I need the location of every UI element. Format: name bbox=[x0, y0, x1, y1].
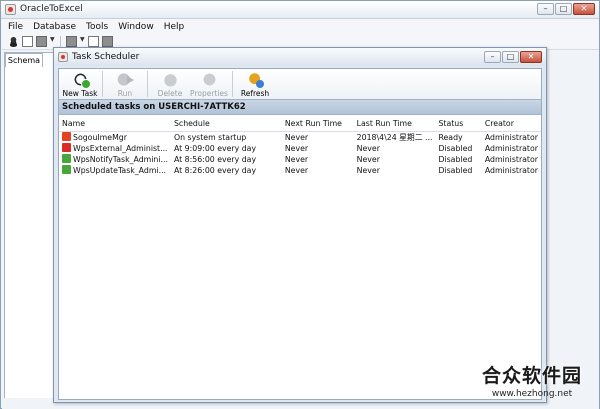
run-label: Run bbox=[117, 89, 133, 98]
column-header-status[interactable]: Status bbox=[435, 117, 482, 132]
column-header-schedule[interactable]: Schedule bbox=[170, 117, 282, 132]
app-icon bbox=[5, 4, 16, 15]
task-next-run: Never bbox=[284, 143, 309, 153]
wps-green-icon bbox=[62, 165, 71, 174]
watermark-title: 合众软件园 bbox=[481, 365, 582, 387]
task-schedule: At 8:56:00 every day bbox=[173, 154, 257, 164]
properties-icon bbox=[200, 71, 218, 88]
dialog-maximize-button[interactable]: □ bbox=[502, 51, 519, 63]
refresh-label: Refresh bbox=[240, 89, 270, 98]
task-next-run: Never bbox=[284, 132, 309, 142]
task-creator: Administrator bbox=[484, 154, 538, 164]
menu-database[interactable]: Database bbox=[33, 22, 76, 32]
user-icon[interactable] bbox=[8, 36, 19, 47]
task-name: WpsUpdateTask_Admi... bbox=[73, 166, 167, 175]
stop-icon[interactable] bbox=[66, 36, 77, 47]
grid-icon[interactable] bbox=[102, 36, 113, 47]
wps-icon bbox=[62, 143, 71, 152]
close-button[interactable]: ✕ bbox=[573, 3, 595, 15]
column-header-name[interactable]: Name bbox=[59, 117, 171, 132]
task-schedule: On system startup bbox=[173, 132, 247, 142]
menu-file[interactable]: File bbox=[8, 22, 23, 32]
task-name: WpsNotifyTask_Admini... bbox=[73, 155, 168, 164]
properties-button[interactable]: Properties bbox=[189, 69, 229, 99]
task-last-run: Never bbox=[356, 143, 380, 153]
task-schedule: At 9:09:00 every day bbox=[173, 143, 257, 153]
delete-label: Delete bbox=[157, 89, 183, 98]
column-header-last-run[interactable]: Last Run Time bbox=[353, 117, 436, 132]
new-task-label: New Task bbox=[62, 89, 98, 98]
dialog-close-button[interactable]: ✕ bbox=[520, 51, 542, 63]
run-icon bbox=[116, 71, 134, 88]
help-icon[interactable] bbox=[88, 36, 99, 47]
menu-window[interactable]: Window bbox=[118, 22, 154, 32]
sogou-icon bbox=[62, 132, 71, 141]
menu-bar: File Database Tools Window Help bbox=[2, 19, 599, 34]
edit-doc-icon[interactable] bbox=[22, 36, 33, 47]
table-row[interactable]: WpsUpdateTask_Admi... At 8:26:00 every d… bbox=[59, 165, 541, 176]
table-row[interactable]: WpsExternal_Administ... At 9:09:00 every… bbox=[59, 143, 541, 154]
column-header-creator[interactable]: Creator bbox=[481, 117, 541, 132]
title-bar[interactable]: OracleToExcel – □ ✕ bbox=[1, 1, 599, 19]
watermark: 合众软件园 www.hezhong.net bbox=[465, 361, 599, 407]
table-row[interactable]: SogouImeMgr On system startup Never 2018… bbox=[59, 131, 541, 143]
dialog-content: New Task Run Delete Properties Refresh S… bbox=[58, 68, 542, 400]
scheduled-tasks-header: Scheduled tasks on USERCHI-7ATTK62 bbox=[59, 99, 541, 115]
task-schedule: At 8:26:00 every day bbox=[173, 165, 257, 175]
column-header-next-run[interactable]: Next Run Time bbox=[281, 117, 354, 132]
dialog-title-bar[interactable]: Task Scheduler – □ ✕ bbox=[54, 48, 546, 66]
schema-panel bbox=[4, 52, 54, 404]
task-status: Disabled bbox=[438, 165, 473, 175]
dropdown-icon[interactable]: ▼ bbox=[50, 36, 55, 47]
menu-tools[interactable]: Tools bbox=[86, 22, 108, 32]
task-status: Ready bbox=[438, 132, 463, 142]
properties-label: Properties bbox=[190, 89, 228, 98]
task-creator: Administrator bbox=[484, 143, 538, 153]
maximize-button[interactable]: □ bbox=[555, 3, 572, 15]
minimize-button[interactable]: – bbox=[537, 3, 554, 15]
watermark-url: www.hezhong.net bbox=[491, 389, 573, 399]
task-name: SogouImeMgr bbox=[73, 133, 127, 142]
menu-help[interactable]: Help bbox=[164, 22, 185, 32]
delete-button[interactable]: Delete bbox=[151, 69, 189, 99]
task-last-run: 2018\4\24 星期二 ... bbox=[356, 132, 433, 142]
window-title: OracleToExcel bbox=[20, 4, 83, 14]
dialog-title: Task Scheduler bbox=[72, 52, 140, 62]
tab-schema[interactable]: Schema bbox=[5, 53, 43, 67]
run-button[interactable]: Run bbox=[106, 69, 144, 99]
table-header-row: Name Schedule Next Run Time Last Run Tim… bbox=[59, 117, 541, 132]
task-status: Disabled bbox=[438, 154, 473, 164]
dialog-icon bbox=[58, 52, 68, 62]
refresh-button[interactable]: Refresh bbox=[236, 69, 274, 99]
task-scheduler-dialog: Task Scheduler – □ ✕ New Task Run Delete bbox=[53, 47, 547, 403]
scheduler-toolbar: New Task Run Delete Properties Refresh bbox=[59, 69, 541, 99]
dialog-minimize-button[interactable]: – bbox=[484, 51, 501, 63]
task-last-run: Never bbox=[356, 165, 380, 175]
task-name: WpsExternal_Administ... bbox=[73, 144, 168, 153]
task-creator: Administrator bbox=[484, 132, 538, 142]
folder-icon[interactable] bbox=[36, 36, 47, 47]
toolbar-separator bbox=[60, 36, 61, 47]
toolbar-separator bbox=[147, 71, 148, 97]
task-next-run: Never bbox=[284, 154, 309, 164]
delete-icon bbox=[161, 71, 179, 88]
refresh-icon bbox=[246, 71, 264, 88]
task-last-run: Never bbox=[356, 154, 380, 164]
dropdown-icon[interactable]: ▼ bbox=[80, 36, 85, 47]
task-creator: Administrator bbox=[484, 165, 538, 175]
tasks-table: Name Schedule Next Run Time Last Run Tim… bbox=[59, 117, 541, 399]
task-next-run: Never bbox=[284, 165, 309, 175]
new-task-button[interactable]: New Task bbox=[61, 69, 99, 99]
table-row[interactable]: WpsNotifyTask_Admini... At 8:56:00 every… bbox=[59, 154, 541, 165]
toolbar-separator bbox=[102, 71, 103, 97]
new-task-icon bbox=[71, 71, 91, 89]
task-status: Disabled bbox=[438, 143, 473, 153]
toolbar-separator bbox=[232, 71, 233, 97]
wps-green-icon bbox=[62, 154, 71, 163]
